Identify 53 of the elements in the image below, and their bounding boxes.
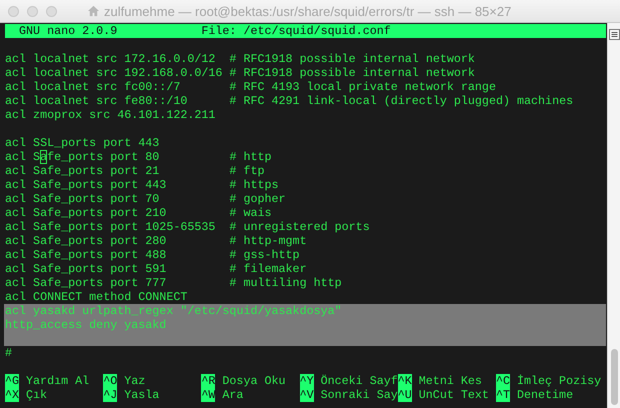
window-title: zulfumehme — root@bektas:/usr/share/squid/errors/tr — ssh — 85×27 — [104, 4, 512, 18]
code-line: acl Safe_ports port 777 # multiling http — [5, 276, 343, 290]
shortcut-key: ^O — [103, 374, 118, 388]
shortcut-key: ^R — [201, 374, 216, 388]
split-pane-icon[interactable] — [608, 29, 620, 40]
house-icon — [87, 5, 100, 17]
shortcut-key: ^U — [398, 388, 412, 402]
code-line: acl Safe_ports port 443 # https — [5, 178, 280, 192]
zoom-button[interactable] — [46, 6, 57, 16]
shortcut-key: ^Y — [300, 374, 314, 388]
file-name: File: /etc/squid/squid.conf — [201, 24, 391, 38]
shortcut-label: Yardım Al — [26, 374, 90, 388]
shortcut-label: Çık — [26, 388, 48, 402]
shortcut-label: Sonraki Say — [320, 388, 398, 402]
code-line: acl localnet src 172.16.0.0/12 # RFC1918 possible internal network — [5, 52, 476, 66]
minimize-button[interactable] — [27, 6, 38, 16]
code-line: acl localnet src 192.168.0.0/16 # RFC1918 possible internal network — [5, 66, 476, 80]
code-line: acl CONNECT method CONNECT — [5, 290, 188, 304]
code-line: acl zmoprox src 46.101.122.211 — [5, 108, 216, 122]
code-line: acl Safe_ports port 210 # wais — [5, 206, 273, 220]
code-line: acl Safe_ports port 488 # gss-http — [5, 248, 301, 262]
shortcut-label: Yasla — [124, 388, 160, 402]
shortcut-key: ^C — [496, 374, 510, 388]
scrollbar-thumb[interactable] — [610, 349, 618, 405]
shortcut-key: ^G — [5, 374, 20, 388]
code-text: fe_ports port 80 # http — [47, 150, 272, 164]
code-line: acl Safe_ports port 1025-65535 # unregistered ports — [5, 220, 371, 234]
shortcut-key: ^K — [398, 374, 412, 388]
shortcut-label: Dosya Oku — [222, 374, 286, 388]
code-line: # — [5, 346, 14, 360]
code-text: acl S — [5, 150, 40, 164]
shortcut-key: ^J — [103, 388, 118, 402]
shortcut-key: ^X — [5, 388, 20, 402]
text-cursor: a — [40, 150, 48, 164]
shortcut-label: İmleç Pozisy — [516, 374, 602, 388]
code-line: acl SSL_ports port 443 — [5, 136, 160, 150]
code-line: acl localnet src fc00::/7 # RFC 4193 local private network range — [5, 80, 497, 94]
code-line: acl Safe_ports port 70 # gopher — [5, 192, 287, 206]
shortcut-label: Denetime — [516, 388, 574, 402]
shortcut-key: ^V — [300, 388, 314, 402]
shortcut-label: Yaz — [124, 374, 146, 388]
shortcut-label: Metni Kes — [418, 374, 482, 388]
shortcut-label: Önceki Sayf — [320, 374, 398, 388]
code-line: acl Safe_ports port 21 # ftp — [5, 164, 266, 178]
code-line: acl Safe_ports port 591 # filemaker — [5, 262, 308, 276]
code-line: acl localnet src fe80::/10 # RFC 4291 link-local (directly plugged) machines — [5, 94, 574, 108]
app-version: GNU nano 2.0.9 — [19, 24, 118, 38]
scrollbar[interactable] — [607, 23, 620, 408]
code-line: acl Safe_ports port 280 # http-mgmt — [5, 234, 308, 248]
shortcut-key: ^T — [496, 388, 510, 402]
shortcut-label: UnCut Text — [418, 388, 489, 402]
shortcut-label: Ara — [222, 388, 244, 402]
close-button[interactable] — [8, 6, 19, 16]
